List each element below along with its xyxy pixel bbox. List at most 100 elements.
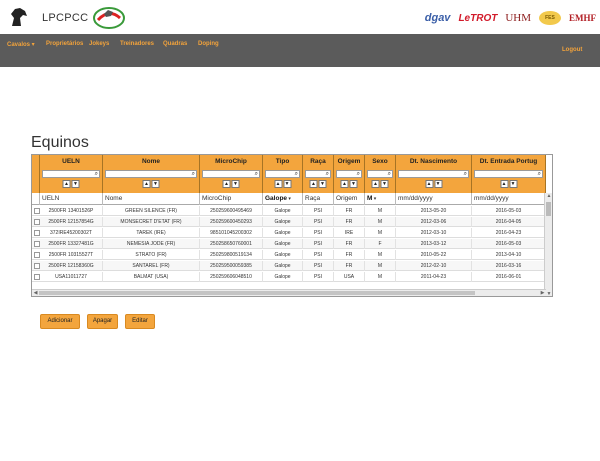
search-icon[interactable]: ⌕ <box>357 170 360 178</box>
cell-microchip: 250259500059385 <box>200 261 263 271</box>
sort-ascending-icon[interactable]: ▲ <box>222 180 231 188</box>
filter-raca[interactable]: Raça <box>303 193 334 205</box>
search-icon[interactable]: ⌕ <box>464 170 467 178</box>
scroll-right-icon[interactable]: ▶ <box>539 290 546 296</box>
sort-descending-icon[interactable]: ▼ <box>283 180 291 188</box>
sort-ascending-icon[interactable]: ▲ <box>500 180 508 188</box>
sort-descending-icon[interactable]: ▼ <box>349 180 358 188</box>
column-header-label[interactable]: Dt. Entrada Portug <box>472 158 545 165</box>
filter-entrada[interactable]: mm/dd/yyyy <box>472 193 546 205</box>
nav-item-quadras[interactable]: Quadras <box>163 41 187 47</box>
column-header-label[interactable]: Dt. Nascimento <box>396 158 471 165</box>
horizontal-scroll-thumb[interactable] <box>39 291 475 295</box>
nav-item-proprietarios[interactable]: Proprietários <box>46 41 83 47</box>
cell-ueln: 2500FR 13401526P <box>40 206 103 216</box>
search-icon[interactable]: ⌕ <box>538 170 541 178</box>
filter-nascimento[interactable]: mm/dd/yyyy <box>396 193 472 205</box>
nav-item-cavalos[interactable]: Cavalos ▾ <box>7 41 35 48</box>
lpcpcc-crest-icon <box>93 7 125 29</box>
scroll-up-icon[interactable]: ▲ <box>545 193 552 200</box>
column-search-input[interactable]: ⌕ <box>202 170 260 178</box>
sort-descending-icon[interactable]: ▼ <box>231 180 240 188</box>
column-search-input[interactable]: ⌕ <box>398 170 469 178</box>
header-sexo: Sexo ⌕ ▲ ▼ <box>365 155 396 193</box>
header-raca: Raça ⌕ ▲ ▼ <box>303 155 334 193</box>
horizontal-scrollbar[interactable]: ◀ ▶ <box>32 289 546 296</box>
filter-value: Origem <box>336 195 358 202</box>
chevron-down-icon[interactable]: ▾ <box>372 196 377 202</box>
search-icon[interactable]: ⌕ <box>326 170 329 178</box>
table-row[interactable]: 2500FR 12157854G MONSECRET D'ETAT (FR) 250… <box>32 217 546 227</box>
column-search-input[interactable]: ⌕ <box>42 170 100 178</box>
column-header-label[interactable]: Nome <box>103 158 199 165</box>
table-row[interactable]: 2500FR 12158360G SANTAREL (FR) 25025950005… <box>32 261 546 271</box>
column-header-label[interactable]: Origem <box>334 158 364 165</box>
table-row[interactable]: 2500FR 10315527T STRATO (FR) 2502598005191… <box>32 250 546 260</box>
nav-item-jokeys[interactable]: Jokeys <box>89 41 109 47</box>
search-icon[interactable]: ⌕ <box>192 170 195 178</box>
search-icon[interactable]: ⌕ <box>388 170 391 178</box>
column-header-label[interactable]: MicroChip <box>200 158 262 165</box>
header-microchip: MicroChip ⌕ ▲ ▼ <box>200 155 263 193</box>
search-icon[interactable]: ⌕ <box>255 170 258 178</box>
sort-descending-icon[interactable]: ▼ <box>151 180 160 188</box>
uhm-logo: UHM <box>505 12 531 24</box>
scroll-left-icon[interactable]: ◀ <box>32 290 39 296</box>
sort-ascending-icon[interactable]: ▲ <box>371 180 380 188</box>
cell-origem: USA <box>334 272 365 282</box>
filter-nome[interactable]: Nome <box>103 193 200 205</box>
filter-value: Galope <box>265 195 288 202</box>
table-row[interactable]: 2500FR 13327481G NEMESIA JODE (FR) 2502586… <box>32 239 546 249</box>
column-search-input[interactable]: ⌕ <box>265 170 300 178</box>
sort-descending-icon[interactable]: ▼ <box>509 180 517 188</box>
table-row[interactable]: 372IRE45200302T TAREK (IRE) 98510104520030… <box>32 228 546 238</box>
column-search-input[interactable]: ⌕ <box>474 170 543 178</box>
column-search-input[interactable]: ⌕ <box>105 170 197 178</box>
edit-button[interactable]: Editar <box>125 314 155 329</box>
filter-value: mm/dd/yyyy <box>398 195 433 202</box>
filter-ueln[interactable]: UELN <box>40 193 103 205</box>
sort-ascending-icon[interactable]: ▲ <box>274 180 282 188</box>
delete-button[interactable]: Apagar <box>87 314 118 329</box>
logout-link[interactable]: Logout <box>562 47 582 53</box>
cell-entrada: 2016-04-23 <box>472 228 546 238</box>
add-button[interactable]: Adicionar <box>40 314 80 329</box>
chevron-down-icon[interactable]: ▾ <box>287 196 291 202</box>
sort-ascending-icon[interactable]: ▲ <box>62 180 71 188</box>
sort-ascending-icon[interactable]: ▲ <box>309 180 318 188</box>
search-icon[interactable]: ⌕ <box>295 170 298 178</box>
search-icon[interactable]: ⌕ <box>95 170 98 178</box>
cell-nascimento: 2012-03-06 <box>396 217 472 227</box>
sort-descending-icon[interactable]: ▼ <box>434 180 442 188</box>
column-header-label[interactable]: Sexo <box>365 158 395 165</box>
sort-descending-icon[interactable]: ▼ <box>318 180 327 188</box>
nav-item-doping[interactable]: Doping <box>198 41 219 47</box>
nav-item-treinadores[interactable]: Treinadores <box>120 41 154 47</box>
vertical-scroll-thumb[interactable] <box>546 202 551 216</box>
sort-controls: ▲ ▼ <box>425 180 442 188</box>
header-origem: Origem ⌕ ▲ ▼ <box>334 155 365 193</box>
sort-descending-icon[interactable]: ▼ <box>71 180 80 188</box>
scroll-down-icon[interactable]: ▼ <box>545 291 552 296</box>
vertical-scrollbar[interactable]: ▲ ▼ <box>544 193 552 296</box>
sort-ascending-icon[interactable]: ▲ <box>425 180 433 188</box>
filter-select-column <box>32 193 40 205</box>
column-header-label[interactable]: Raça <box>303 158 333 165</box>
filter-tipo[interactable]: Galope ▾ <box>263 193 303 205</box>
sort-descending-icon[interactable]: ▼ <box>380 180 389 188</box>
filter-origem[interactable]: Origem <box>334 193 365 205</box>
sort-ascending-icon[interactable]: ▲ <box>142 180 151 188</box>
column-header-label[interactable]: UELN <box>40 158 102 165</box>
filter-sexo[interactable]: M ▾ <box>365 193 396 205</box>
header: LPCPCC dgav LeTROT UHM FES EMHF <box>0 0 600 34</box>
cell-entrada: 2016-05-03 <box>472 206 546 216</box>
sort-ascending-icon[interactable]: ▲ <box>340 180 349 188</box>
column-header-label[interactable]: Tipo <box>263 158 302 165</box>
table-row[interactable]: USA11011727 BALMAT (USA) 250259606048510 Ga… <box>32 272 546 282</box>
cell-microchip: 250259600495469 <box>200 206 263 216</box>
column-search-input[interactable]: ⌕ <box>305 170 331 178</box>
table-row[interactable]: 2500FR 13401526P GREEN SILENCE (FR) 250259… <box>32 206 546 216</box>
column-search-input[interactable]: ⌕ <box>336 170 362 178</box>
filter-microchip[interactable]: MicroChip <box>200 193 263 205</box>
column-search-input[interactable]: ⌕ <box>367 170 393 178</box>
